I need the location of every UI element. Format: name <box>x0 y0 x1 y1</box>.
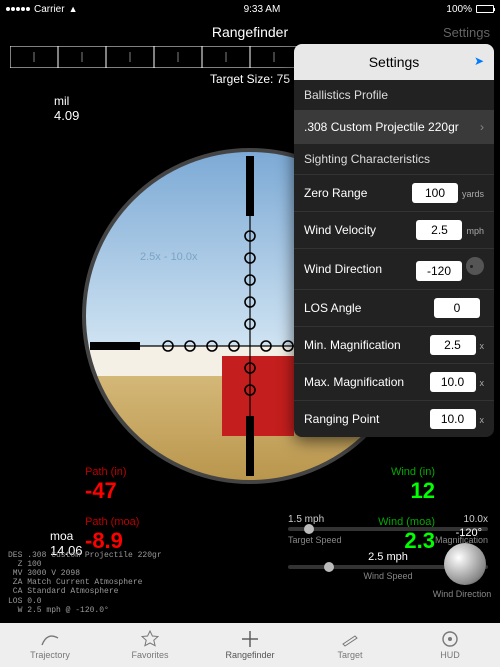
status-time: 9:33 AM <box>244 4 281 15</box>
input-wind-direction[interactable] <box>416 261 462 281</box>
bottom-controls: 1.5 mph 10.0x Target Speed Magnification… <box>288 510 488 581</box>
chevron-right-icon: › <box>480 120 484 134</box>
input-zero-range[interactable] <box>412 183 458 203</box>
wind-direction-value: -120° <box>456 527 482 539</box>
crosshair-icon <box>241 630 259 648</box>
trajectory-icon <box>41 630 59 648</box>
magnification-value: 10.0x <box>464 514 488 525</box>
hud-icon <box>441 630 459 648</box>
row-ranging-point: Ranging Point x <box>294 400 494 437</box>
wind-in-readout: Wind (in) 12 <box>391 466 435 504</box>
target-speed-value: 1.5 mph <box>288 514 324 525</box>
tab-target[interactable]: Target <box>300 623 400 667</box>
popover-title: Settings ➤ <box>294 44 494 80</box>
wind-direction-label: Wind Direction <box>432 589 492 599</box>
tab-bar: Trajectory Favorites Rangefinder Target … <box>0 623 500 667</box>
battery-label: 100% <box>446 4 472 15</box>
tab-trajectory[interactable]: Trajectory <box>0 623 100 667</box>
status-bar: Carrier ▲ 9:33 AM 100% <box>0 0 500 18</box>
rifle-icon <box>341 630 359 648</box>
battery-icon <box>476 5 494 13</box>
section-ballistics: Ballistics Profile <box>294 80 494 110</box>
row-wind-velocity: Wind Velocity mph <box>294 211 494 248</box>
location-icon[interactable]: ➤ <box>474 54 484 68</box>
wifi-icon: ▲ <box>69 4 78 14</box>
zoom-range-label: 2.5x - 10.0x <box>140 251 197 263</box>
tab-favorites[interactable]: Favorites <box>100 623 200 667</box>
carrier-label: Carrier <box>34 4 65 15</box>
row-min-mag: Min. Magnification x <box>294 326 494 363</box>
settings-popover: Settings ➤ Ballistics Profile .308 Custo… <box>294 44 494 437</box>
row-zero-range: Zero Range yards <box>294 174 494 211</box>
wind-direction-knob[interactable] <box>444 543 486 585</box>
path-in-readout: Path (in) -47 <box>85 466 127 504</box>
input-wind-velocity[interactable] <box>416 220 462 240</box>
nav-bar: Rangefinder Settings <box>0 18 500 46</box>
input-los-angle[interactable] <box>434 298 480 318</box>
input-min-mag[interactable] <box>430 335 476 355</box>
mil-readout: mil 4.09 <box>54 94 79 123</box>
path-moa-readout: Path (moa) -8.9 <box>85 516 139 554</box>
row-wind-direction: Wind Direction <box>294 248 494 289</box>
settings-button[interactable]: Settings <box>443 25 490 40</box>
target-speed-label: Target Speed <box>288 535 342 545</box>
section-sighting: Sighting Characteristics <box>294 144 494 174</box>
tab-rangefinder[interactable]: Rangefinder <box>200 623 300 667</box>
tab-hud[interactable]: HUD <box>400 623 500 667</box>
row-los-angle: LOS Angle <box>294 289 494 326</box>
input-ranging-point[interactable] <box>430 409 476 429</box>
star-icon <box>141 630 159 648</box>
signal-icon <box>6 7 30 11</box>
row-max-mag: Max. Magnification x <box>294 363 494 400</box>
ballistics-summary: DES .308 Custom Projectile 220gr Z 100 M… <box>8 551 162 615</box>
page-title: Rangefinder <box>212 24 288 40</box>
input-max-mag[interactable] <box>430 372 476 392</box>
direction-icon[interactable] <box>466 257 484 275</box>
profile-row[interactable]: .308 Custom Projectile 220gr › <box>294 110 494 144</box>
